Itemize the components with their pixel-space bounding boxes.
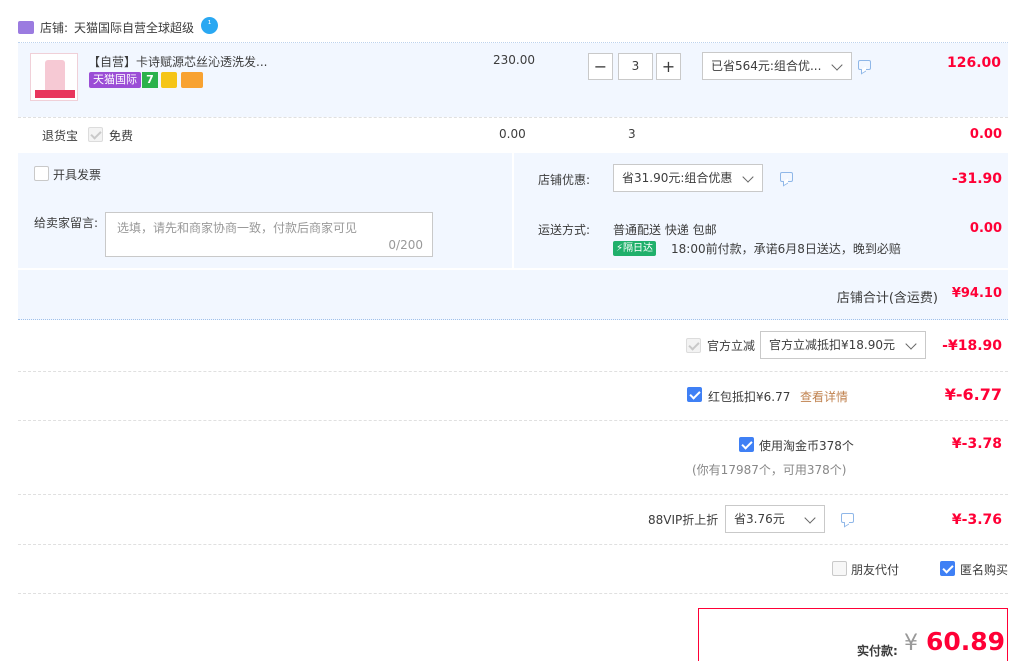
shipping-method: 普通配送 快递 包邮 [613,223,717,237]
anonymous-label: 匿名购买 [960,563,1009,577]
chevron-down-icon [742,171,754,183]
return-insurance-price: 0.00 [499,127,526,141]
anonymous-checkbox[interactable] [940,561,955,576]
return-insurance-option: 免费 [109,129,134,143]
product-title[interactable]: 【自营】卡诗赋源芯丝沁透洗发... [88,53,267,70]
shipping-amount: 0.00 [969,221,1002,236]
qty-decrease-button[interactable]: − [588,53,613,80]
return-insurance-qty: 3 [628,127,636,141]
wangwang-icon[interactable]: ¹ [201,17,218,34]
shipping-label: 运送方式: [538,223,591,237]
product-discount-select[interactable]: 已省564元:组合优... [702,52,852,80]
chevron-down-icon [804,512,816,524]
comment-icon[interactable] [841,513,854,523]
quantity-stepper: − 3 + [588,53,681,80]
red-packet-amount: ¥-6.77 [944,385,1002,404]
taojinbi-checkbox[interactable] [739,437,754,452]
friend-pay-checkbox[interactable] [832,561,847,576]
vip-label: 88VIP折上折 [648,513,719,527]
chevron-down-icon [831,59,843,71]
return-insurance-checkbox[interactable] [88,127,103,142]
shop-total-amount: ¥94.10 [951,286,1002,301]
message-placeholder: 选填，请先和商家协商一致，付款后商家可见 [117,221,358,235]
message-input[interactable]: 选填，请先和商家协商一致，付款后商家可见 0/200 [105,212,433,257]
product-row: 【自营】卡诗赋源芯丝沁透洗发... 天猫国际 7 230.00 − 3 + 已省… [18,43,1008,117]
red-packet-label: 红包抵扣¥6.77 [708,390,791,404]
friend-pay-label: 朋友代付 [851,563,900,577]
next-day-badge: ⚡隔日达 [613,241,657,256]
payment-amount: 60.89 [926,627,1006,656]
vip-amount: ¥-3.76 [951,512,1002,528]
red-packet-checkbox[interactable] [687,387,702,402]
chevron-down-icon [905,338,917,350]
red-packet-details-link[interactable]: 查看详情 [800,388,848,405]
shop-label: 店铺: [40,21,69,35]
taojinbi-label: 使用淘金币378个 [759,439,854,453]
comment-icon[interactable] [780,172,793,182]
shield-icon [161,72,177,88]
official-discount-select[interactable]: 官方立减抵扣¥18.90元 [760,331,926,359]
message-char-count: 0/200 [388,238,423,252]
vip-discount-select[interactable]: 省3.76元 [725,505,825,533]
shop-discount-label: 店铺优惠: [538,173,591,187]
shop-discount-select[interactable]: 省31.90元:组合优惠 [613,164,763,192]
qty-input[interactable]: 3 [618,53,653,80]
shipping-promise: 18:00前付款，承诺6月8日送达，晚到必赔 [671,242,901,256]
invoice-checkbox[interactable] [34,166,49,181]
comment-icon[interactable] [858,60,871,70]
payment-label: 实付款: [857,644,898,658]
taojinbi-note: (你有17987个，可用378个) [692,463,847,477]
shop-total-row: 店铺合计(含运费) ¥94.10 [18,270,1008,320]
product-price: 230.00 [493,53,535,67]
next-day-badge-label: 隔日达 [623,243,654,254]
shop-discount-amount: -31.90 [951,171,1002,187]
return-insurance-total: 0.00 [969,127,1002,142]
return-insurance-label: 退货宝 [42,129,79,143]
payment-summary: 实付款: ¥ 60.89 [698,608,1008,661]
shop-name[interactable]: 天猫国际自营全球超级 [74,19,194,36]
qty-increase-button[interactable]: + [656,53,681,80]
product-subtotal: 126.00 [946,55,1001,71]
card-icon [181,72,203,88]
official-discount-label: 官方立减 [707,339,756,353]
invoice-label: 开具发票 [53,168,102,182]
official-discount-amount: -¥18.90 [942,338,1002,354]
tmall-global-tag: 天猫国际 [89,72,141,88]
message-label: 给卖家留言: [34,216,99,230]
product-image[interactable] [30,53,78,101]
shop-total-label: 店铺合计(含运费) [836,291,938,306]
seven-day-return-icon: 7 [142,72,158,88]
official-discount-checkbox[interactable] [686,338,701,353]
taojinbi-amount: ¥-3.78 [951,436,1002,452]
payment-currency: ¥ [904,631,918,656]
shop-icon [18,21,34,34]
